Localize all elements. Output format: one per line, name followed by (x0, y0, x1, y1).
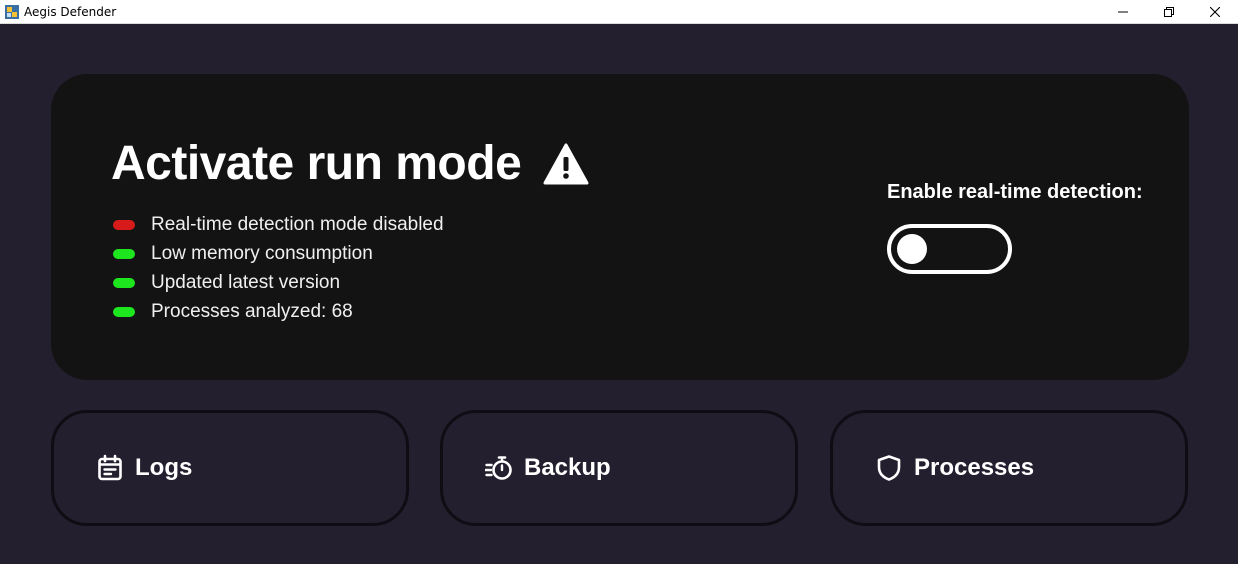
status-item: Low memory consumption (113, 239, 444, 268)
status-item: Processes analyzed: 68 (113, 297, 444, 326)
status-label: Processes analyzed: 68 (151, 300, 353, 322)
realtime-toggle-label: Enable real-time detection: (887, 181, 1143, 203)
status-item: Real-time detection mode disabled (113, 210, 444, 239)
maximize-button[interactable] (1146, 0, 1192, 24)
status-label: Updated latest version (151, 271, 341, 293)
status-indicator-ok (113, 248, 135, 259)
status-item: Updated latest version (113, 268, 444, 297)
calendar-list-icon (98, 454, 122, 481)
window-title: Aegis Defender (24, 5, 117, 19)
realtime-detection-toggle[interactable] (887, 224, 1012, 274)
close-icon (1210, 7, 1220, 17)
headline-title: Activate run mode (111, 137, 522, 190)
shield-outline-icon (877, 455, 901, 481)
backup-label: Backup (524, 454, 611, 481)
toggle-knob (897, 234, 927, 264)
app-icon (5, 5, 19, 19)
restore-icon (1164, 7, 1174, 17)
status-indicator-ok (113, 306, 135, 317)
backup-button[interactable]: Backup (440, 410, 798, 526)
status-card: Activate run mode Real-time detection mo… (51, 74, 1189, 380)
logs-label: Logs (135, 454, 193, 481)
stopwatch-fast-icon (485, 456, 512, 480)
processes-button[interactable]: Processes (830, 410, 1188, 526)
logs-button[interactable]: Logs (51, 410, 409, 526)
status-indicator-ok (113, 277, 135, 288)
status-label: Real-time detection mode disabled (151, 213, 444, 235)
minimize-button[interactable] (1100, 0, 1146, 24)
title-bar: Aegis Defender (0, 0, 1238, 24)
status-list: Real-time detection mode disabled Low me… (113, 210, 444, 326)
status-indicator-error (113, 219, 135, 230)
warning-icon (543, 143, 589, 184)
minimize-icon (1118, 11, 1128, 13)
close-button[interactable] (1192, 0, 1238, 24)
status-label: Low memory consumption (151, 242, 373, 264)
headline: Activate run mode (111, 136, 589, 191)
processes-label: Processes (914, 454, 1035, 481)
